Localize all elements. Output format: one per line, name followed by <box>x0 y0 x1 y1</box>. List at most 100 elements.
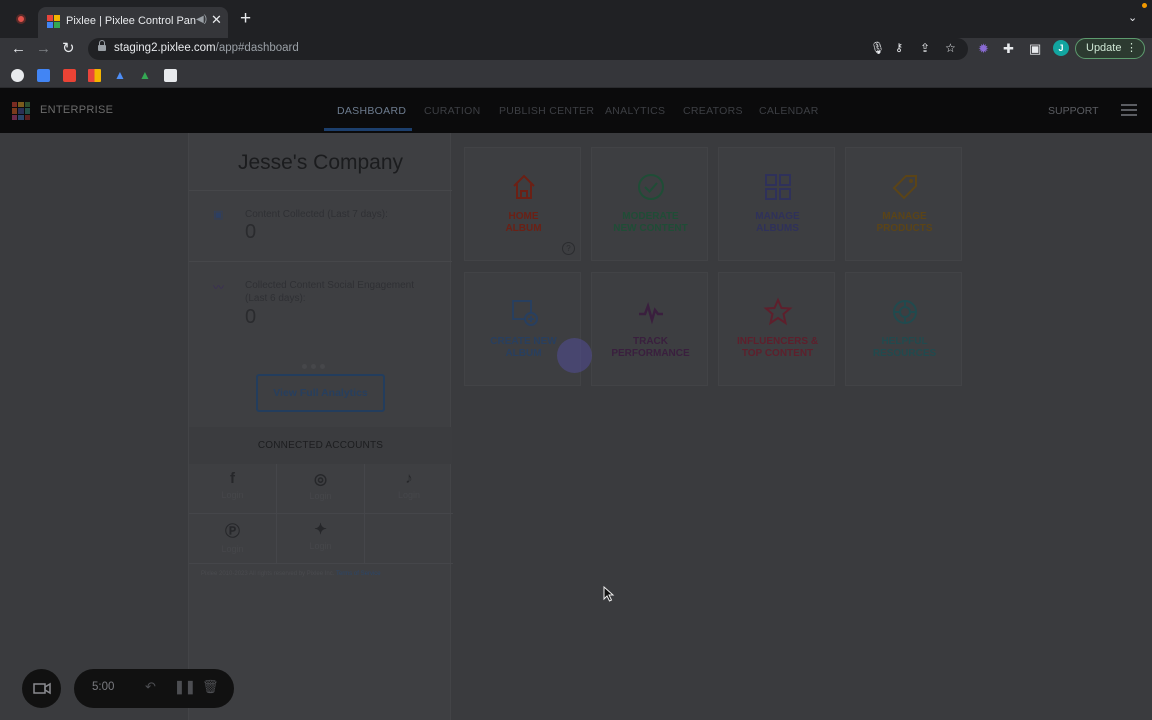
app-bookmark-icon[interactable] <box>164 69 177 82</box>
app-header: ENTERPRISE DASHBOARD CURATION PUBLISH CE… <box>0 88 1152 133</box>
pulse-icon <box>592 297 709 327</box>
footer: Pixlee 2010-2023 All rights reserved by … <box>201 571 381 577</box>
grid-icon <box>719 172 836 202</box>
divider <box>189 190 452 191</box>
help-icon[interactable]: ? <box>562 242 575 255</box>
login-label: Login <box>309 541 332 551</box>
gmail-bookmark-icon[interactable] <box>63 69 76 82</box>
facebook-login[interactable]: f Login <box>189 464 277 514</box>
tile-manage-albums[interactable]: MANAGE ALBUMS <box>718 147 835 261</box>
nav-calendar[interactable]: CALENDAR <box>759 105 819 117</box>
lifebuoy-icon <box>846 297 963 327</box>
support-link[interactable]: SUPPORT <box>1048 105 1099 117</box>
pixlee-bookmark-icon[interactable] <box>88 69 101 82</box>
notification-dot-icon <box>1142 3 1147 8</box>
profile-avatar[interactable]: J <box>1053 40 1069 56</box>
stat-content-collected-value: 0 <box>245 221 257 243</box>
undo-icon[interactable]: ↶ <box>145 679 156 695</box>
trash-icon[interactable]: 🗑 <box>202 679 219 695</box>
pinterest-login[interactable]: Ⓟ Login <box>189 514 277 564</box>
address-bar[interactable]: staging2.pixlee.com/app#dashboard 🎙 ⚷ ⇪ … <box>88 38 968 60</box>
twitter-icon: ✦ <box>314 521 327 538</box>
pinterest-icon: Ⓟ <box>224 523 240 540</box>
microphone-icon[interactable]: 🎙 <box>870 41 885 55</box>
tile-label: HELPFUL RESOURCES <box>872 336 937 359</box>
back-icon[interactable]: ← <box>11 40 26 58</box>
star-icon <box>719 297 836 327</box>
active-nav-indicator <box>324 128 412 131</box>
tile-helpful-resources[interactable]: HELPFUL RESOURCES <box>845 272 962 386</box>
nav-dashboard[interactable]: DASHBOARD <box>337 105 406 117</box>
tiktok-icon: ♪ <box>405 470 413 487</box>
carousel-dots[interactable] <box>302 356 342 369</box>
bookmark-star-icon[interactable]: ☆ <box>945 41 956 55</box>
browser-tab-strip: Pixlee | Pixlee Control Panel ◀) ✕ + ⌄ <box>0 0 1152 38</box>
bookmarks-bar: ▲ ▲ <box>0 62 1152 88</box>
reload-icon[interactable]: ↻ <box>62 40 75 58</box>
login-label: Login <box>309 491 332 501</box>
tile-label: HOME ALBUM <box>505 211 542 234</box>
company-sidebar: Jesse's Company ▣ Content Collected (Las… <box>188 133 453 720</box>
nav-analytics[interactable]: ANALYTICS <box>605 105 665 117</box>
video-camera-icon <box>33 682 51 695</box>
key-icon[interactable]: ⚷ <box>895 41 903 54</box>
browser-tab[interactable]: Pixlee | Pixlee Control Panel ◀) ✕ <box>38 7 228 38</box>
camera-toggle-button[interactable] <box>22 669 61 708</box>
github-bookmark-icon[interactable] <box>11 69 24 82</box>
instagram-icon: ◎ <box>313 471 328 488</box>
atlassian-bookmark-icon[interactable]: ▲ <box>114 69 127 82</box>
tile-label: MODERATE NEW CONTENT <box>613 211 688 234</box>
tab-search-chevron-icon[interactable]: ⌄ <box>1128 11 1137 24</box>
tile-label: MANAGE ALBUMS <box>755 211 800 234</box>
connected-accounts-title: CONNECTED ACCOUNTS <box>189 427 452 464</box>
tile-influencers-top-content[interactable]: INFLUENCERS & TOP CONTENT <box>718 272 835 386</box>
tile-home-album[interactable]: HOME ALBUM ? <box>464 147 581 261</box>
tile-moderate-new-content[interactable]: MODERATE NEW CONTENT <box>591 147 708 261</box>
login-label: Login <box>221 544 244 554</box>
company-name: Jesse's Company <box>237 151 404 174</box>
facebook-icon: f <box>230 470 235 487</box>
recording-indicator-icon <box>16 14 26 24</box>
tab-audio-icon[interactable]: ◀) <box>196 14 207 25</box>
tab-close-icon[interactable]: ✕ <box>211 12 222 28</box>
hamburger-menu-icon[interactable] <box>1121 104 1137 116</box>
screen: Pixlee | Pixlee Control Panel ◀) ✕ + ⌄ ←… <box>0 0 1152 720</box>
tiktok-login[interactable]: ♪ Login <box>365 464 453 514</box>
tile-manage-products[interactable]: MANAGE PRODUCTS <box>845 147 962 261</box>
calendar-bookmark-icon[interactable] <box>37 69 50 82</box>
divider <box>189 261 452 262</box>
share-icon[interactable]: ⇪ <box>920 41 930 55</box>
terms-link[interactable]: Terms of Service <box>336 571 381 577</box>
calendar-icon: ▣ <box>213 209 224 221</box>
drive-bookmark-icon[interactable]: ▲ <box>139 69 152 82</box>
tab-title: Pixlee | Pixlee Control Panel <box>66 15 196 27</box>
pixlee-logo-icon[interactable] <box>12 102 30 120</box>
tile-track-performance[interactable]: TRACK PERFORMANCE <box>591 272 708 386</box>
pixlee-favicon-icon <box>47 15 60 28</box>
twitter-login[interactable]: ✦ Login <box>277 514 365 564</box>
tile-label: TRACK PERFORMANCE <box>611 336 690 359</box>
instagram-login[interactable]: ◎ Login <box>277 464 365 514</box>
nav-curation[interactable]: CURATION <box>424 105 480 117</box>
new-tab-icon[interactable]: + <box>240 9 251 28</box>
pause-icon[interactable]: ❚❚ <box>174 679 196 695</box>
extension-gear-icon[interactable]: ✹ <box>978 41 989 57</box>
stat-engagement-label: Collected Content Social Engagement (Las… <box>245 280 414 304</box>
view-full-analytics-button[interactable]: View Full Analytics <box>256 374 385 412</box>
forward-icon[interactable]: → <box>36 40 51 58</box>
tile-label: MANAGE PRODUCTS <box>876 211 933 234</box>
update-button[interactable]: Update ⋮ <box>1075 38 1145 59</box>
nav-publish-center[interactable]: PUBLISH CENTER <box>499 105 594 117</box>
recording-timer: 5:00 <box>92 681 115 693</box>
empty-cell <box>365 514 453 564</box>
extensions-puzzle-icon[interactable]: ✚ <box>1003 41 1014 57</box>
recording-toolbar: 5:00 ↶ ❚❚ 🗑 <box>74 669 234 708</box>
home-icon <box>465 172 582 202</box>
nav-creators[interactable]: CREATORS <box>683 105 743 117</box>
dashboard-page: Jesse's Company ▣ Content Collected (Las… <box>0 133 1152 720</box>
side-panel-icon[interactable]: ▣ <box>1029 41 1041 57</box>
tile-label: INFLUENCERS & TOP CONTENT <box>736 336 819 359</box>
add-album-icon <box>465 297 582 327</box>
brand-label: ENTERPRISE <box>40 104 114 116</box>
more-menu-icon[interactable]: ⋮ <box>1126 39 1137 58</box>
